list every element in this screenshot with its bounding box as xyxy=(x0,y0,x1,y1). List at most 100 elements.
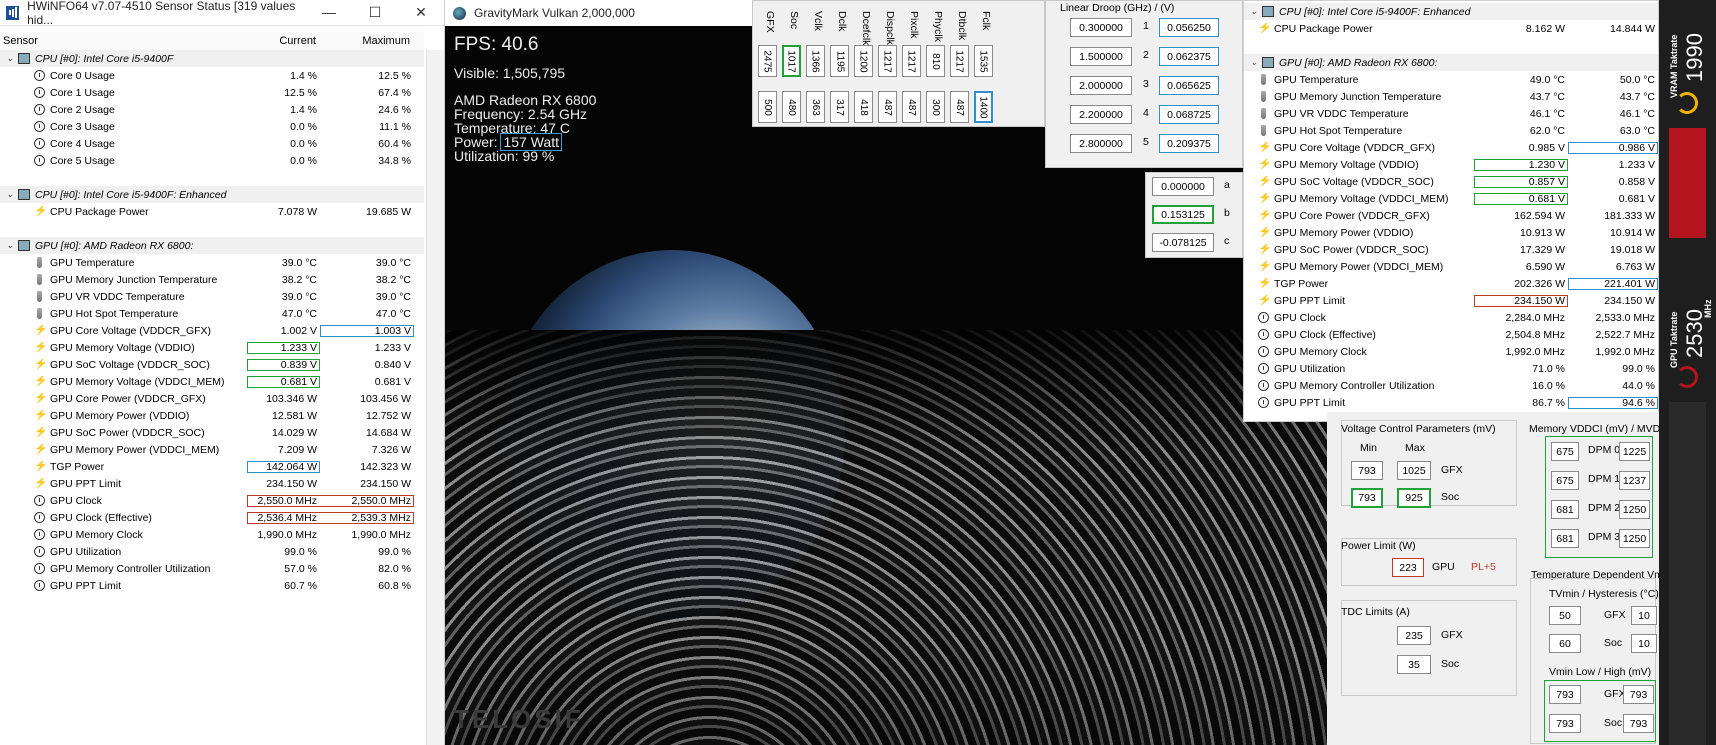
coefficient-input[interactable]: 0.000000 xyxy=(1152,177,1214,196)
scrollbar[interactable] xyxy=(426,50,444,745)
droop-freq-input[interactable]: 2.800000 xyxy=(1070,134,1132,153)
soc-min-input[interactable]: 793 xyxy=(1351,488,1383,508)
sensor-row[interactable]: GPU Memory Clock 1,992.0 MHz 1,992.0 MHz xyxy=(1244,343,1658,360)
sensor-row[interactable]: ⚡ GPU SoC Voltage (VDDCR_SOC) 0.839 V 0.840… xyxy=(0,356,424,373)
memory-vddci-input[interactable]: 675 xyxy=(1551,442,1579,461)
gfx-min-input[interactable]: 793 xyxy=(1351,461,1383,480)
sensor-row[interactable]: GPU PPT Limit 60.7 % 60.8 % xyxy=(0,577,424,594)
collapse-icon[interactable]: ⌄ xyxy=(1248,57,1260,68)
collapse-icon[interactable]: ⌄ xyxy=(4,189,16,200)
sensor-row[interactable]: GPU Hot Spot Temperature 47.0 °C 47.0 °C xyxy=(0,305,424,322)
coefficient-input[interactable]: 0.153125 xyxy=(1152,205,1214,224)
col-current[interactable]: Current xyxy=(247,35,320,47)
sensor-row[interactable]: Core 1 Usage 12.5 % 67.4 % xyxy=(0,84,424,101)
sensor-row[interactable]: GPU Clock (Effective) 2,504.8 MHz 2,522.7 … xyxy=(1244,326,1658,343)
clock-max-input[interactable]: 810 xyxy=(926,45,945,77)
clock-min-input[interactable]: 300 xyxy=(926,91,945,123)
close-button[interactable]: ✕ xyxy=(398,4,444,21)
memory-vddci-input[interactable]: 681 xyxy=(1551,529,1579,548)
sensor-row[interactable]: GPU Utilization 71.0 % 99.0 % xyxy=(1244,360,1658,377)
sensor-row[interactable]: GPU Memory Junction Temperature 38.2 °C 38… xyxy=(0,271,424,288)
sensor-row[interactable]: ⚡ GPU Core Voltage (VDDCR_GFX) 0.985 V 0.98… xyxy=(1244,139,1658,156)
clock-min-input[interactable]: 487 xyxy=(878,91,897,123)
vmin-gfx-high-input[interactable]: 793 xyxy=(1623,685,1654,704)
sensor-row[interactable]: GPU VR VDDC Temperature 46.1 °C 46.1 °C xyxy=(1244,105,1658,122)
clock-min-input[interactable]: 487 xyxy=(902,91,921,123)
memory-vddci-input[interactable]: 681 xyxy=(1551,500,1579,519)
sensor-row[interactable]: GPU Memory Controller Utilization 57.0 % 8… xyxy=(0,560,424,577)
sensor-row[interactable]: ⚡ GPU SoC Power (VDDCR_SOC) 17.329 W 19.018… xyxy=(1244,241,1658,258)
sensor-group-header[interactable]: ⌄ GPU [#0]: AMD Radeon RX 6800: xyxy=(1244,54,1658,71)
clock-max-input[interactable]: 1535 xyxy=(974,45,993,77)
maximize-button[interactable]: ☐ xyxy=(352,4,398,21)
sensor-row[interactable]: ⚡ GPU Memory Power (VDDIO) 12.581 W 12.752 … xyxy=(0,407,424,424)
sensor-row[interactable]: ⚡ CPU Package Power 8.162 W 14.844 W xyxy=(1244,20,1658,37)
clock-min-input[interactable]: 480 xyxy=(782,91,801,123)
clock-min-input[interactable]: 317 xyxy=(830,91,849,123)
clock-min-input[interactable]: 1400 xyxy=(974,91,993,123)
sensor-row[interactable]: ⚡ GPU Memory Power (VDDIO) 10.913 W 10.914 … xyxy=(1244,224,1658,241)
sensor-group-header[interactable]: ⌄ CPU [#0]: Intel Core i5-9400F: Enhanced xyxy=(1244,3,1658,20)
vmin-soc-low-input[interactable]: 793 xyxy=(1549,714,1581,733)
sensor-row[interactable]: ⚡ GPU Memory Voltage (VDDCI_MEM) 0.681 V 0.… xyxy=(0,373,424,390)
sensor-row[interactable]: Core 3 Usage 0.0 % 11.1 % xyxy=(0,118,424,135)
clock-min-input[interactable]: 487 xyxy=(950,91,969,123)
coefficient-input[interactable]: -0.078125 xyxy=(1152,233,1214,252)
col-maximum[interactable]: Maximum xyxy=(320,35,414,47)
minimize-button[interactable]: — xyxy=(306,4,352,21)
sensor-row[interactable]: ⚡ GPU SoC Voltage (VDDCR_SOC) 0.857 V 0.858… xyxy=(1244,173,1658,190)
clock-min-input[interactable]: 363 xyxy=(806,91,825,123)
sensor-row[interactable]: Core 0 Usage 1.4 % 12.5 % xyxy=(0,67,424,84)
hysteresis-soc-input[interactable]: 10 xyxy=(1631,634,1657,653)
sensor-row[interactable]: ⚡ TGP Power 202.326 W 221.401 W xyxy=(1244,275,1658,292)
sensor-row[interactable]: Core 4 Usage 0.0 % 60.4 % xyxy=(0,135,424,152)
sensor-row[interactable]: GPU PPT Limit 86.7 % 94.6 % xyxy=(1244,394,1658,411)
memory-mvdd-input[interactable]: 1250 xyxy=(1619,500,1650,519)
clock-max-input[interactable]: 1017 xyxy=(782,45,801,77)
sensor-row[interactable]: ⚡ GPU Memory Voltage (VDDIO) 1.230 V 1.233 … xyxy=(1244,156,1658,173)
sensor-row[interactable]: ⚡ CPU Package Power 7.078 W 19.685 W xyxy=(0,203,424,220)
sensor-row[interactable]: GPU Temperature 49.0 °C 50.0 °C xyxy=(1244,71,1658,88)
sensor-row[interactable]: GPU Temperature 39.0 °C 39.0 °C xyxy=(0,254,424,271)
collapse-icon[interactable]: ⌄ xyxy=(4,53,16,64)
clock-max-input[interactable]: 1195 xyxy=(830,45,849,77)
hysteresis-gfx-input[interactable]: 10 xyxy=(1631,606,1657,625)
sensor-row[interactable]: GPU Clock 2,284.0 MHz 2,533.0 MHz xyxy=(1244,309,1658,326)
soc-max-input[interactable]: 925 xyxy=(1397,488,1431,508)
memory-mvdd-input[interactable]: 1237 xyxy=(1619,471,1650,490)
tvmin-soc-input[interactable]: 60 xyxy=(1549,634,1581,653)
clock-max-input[interactable]: 1217 xyxy=(950,45,969,77)
sensor-row[interactable]: ⚡ GPU Core Power (VDDCR_GFX) 162.594 W 181.… xyxy=(1244,207,1658,224)
sensor-row[interactable]: ⚡ GPU PPT Limit 234.150 W 234.150 W xyxy=(0,475,424,492)
sensor-row[interactable]: ⚡ GPU SoC Power (VDDCR_SOC) 14.029 W 14.684… xyxy=(0,424,424,441)
sensor-row[interactable]: ⚡ GPU Memory Voltage (VDDCI_MEM) 0.681 V 0.… xyxy=(1244,190,1658,207)
droop-freq-input[interactable]: 2.200000 xyxy=(1070,105,1132,124)
droop-volt-input[interactable]: 0.209375 xyxy=(1159,134,1219,153)
tvmin-gfx-input[interactable]: 50 xyxy=(1549,606,1581,625)
sensor-row[interactable]: ⚡ GPU Core Power (VDDCR_GFX) 103.346 W 103.… xyxy=(0,390,424,407)
clock-max-input[interactable]: 1366 xyxy=(806,45,825,77)
col-sensor[interactable]: Sensor xyxy=(0,35,247,47)
clock-min-input[interactable]: 418 xyxy=(854,91,873,123)
sensor-row[interactable]: GPU Utilization 99.0 % 99.0 % xyxy=(0,543,424,560)
sensor-row[interactable]: ⚡ TGP Power 142.064 W 142.323 W xyxy=(0,458,424,475)
sensor-row[interactable]: GPU VR VDDC Temperature 39.0 °C 39.0 °C xyxy=(0,288,424,305)
sensor-row[interactable]: ⚡ GPU Memory Voltage (VDDIO) 1.233 V 1.233 … xyxy=(0,339,424,356)
gfx-max-input[interactable]: 1025 xyxy=(1397,461,1431,480)
tdc-soc-input[interactable]: 35 xyxy=(1397,655,1431,674)
clock-max-input[interactable]: 1217 xyxy=(902,45,921,77)
sensor-row[interactable]: ⚡ GPU PPT Limit 234.150 W 234.150 W xyxy=(1244,292,1658,309)
sensor-row[interactable]: GPU Memory Junction Temperature 43.7 °C 43… xyxy=(1244,88,1658,105)
collapse-icon[interactable]: ⌄ xyxy=(1248,6,1260,17)
sensor-row[interactable]: Core 5 Usage 0.0 % 34.8 % xyxy=(0,152,424,169)
clock-max-input[interactable]: 1200 xyxy=(854,45,873,77)
sensor-row[interactable]: Core 2 Usage 1.4 % 24.6 % xyxy=(0,101,424,118)
sensor-row[interactable]: GPU Memory Clock 1,990.0 MHz 1,990.0 MHz xyxy=(0,526,424,543)
droop-volt-input[interactable]: 0.068725 xyxy=(1159,105,1219,124)
memory-vddci-input[interactable]: 675 xyxy=(1551,471,1579,490)
sensor-row[interactable]: GPU Clock 2,550.0 MHz 2,550.0 MHz xyxy=(0,492,424,509)
vmin-gfx-low-input[interactable]: 793 xyxy=(1549,685,1581,704)
clock-min-input[interactable]: 500 xyxy=(758,91,777,123)
sensor-row[interactable]: GPU Hot Spot Temperature 62.0 °C 63.0 °C xyxy=(1244,122,1658,139)
power-limit-input[interactable]: 223 xyxy=(1392,558,1424,577)
